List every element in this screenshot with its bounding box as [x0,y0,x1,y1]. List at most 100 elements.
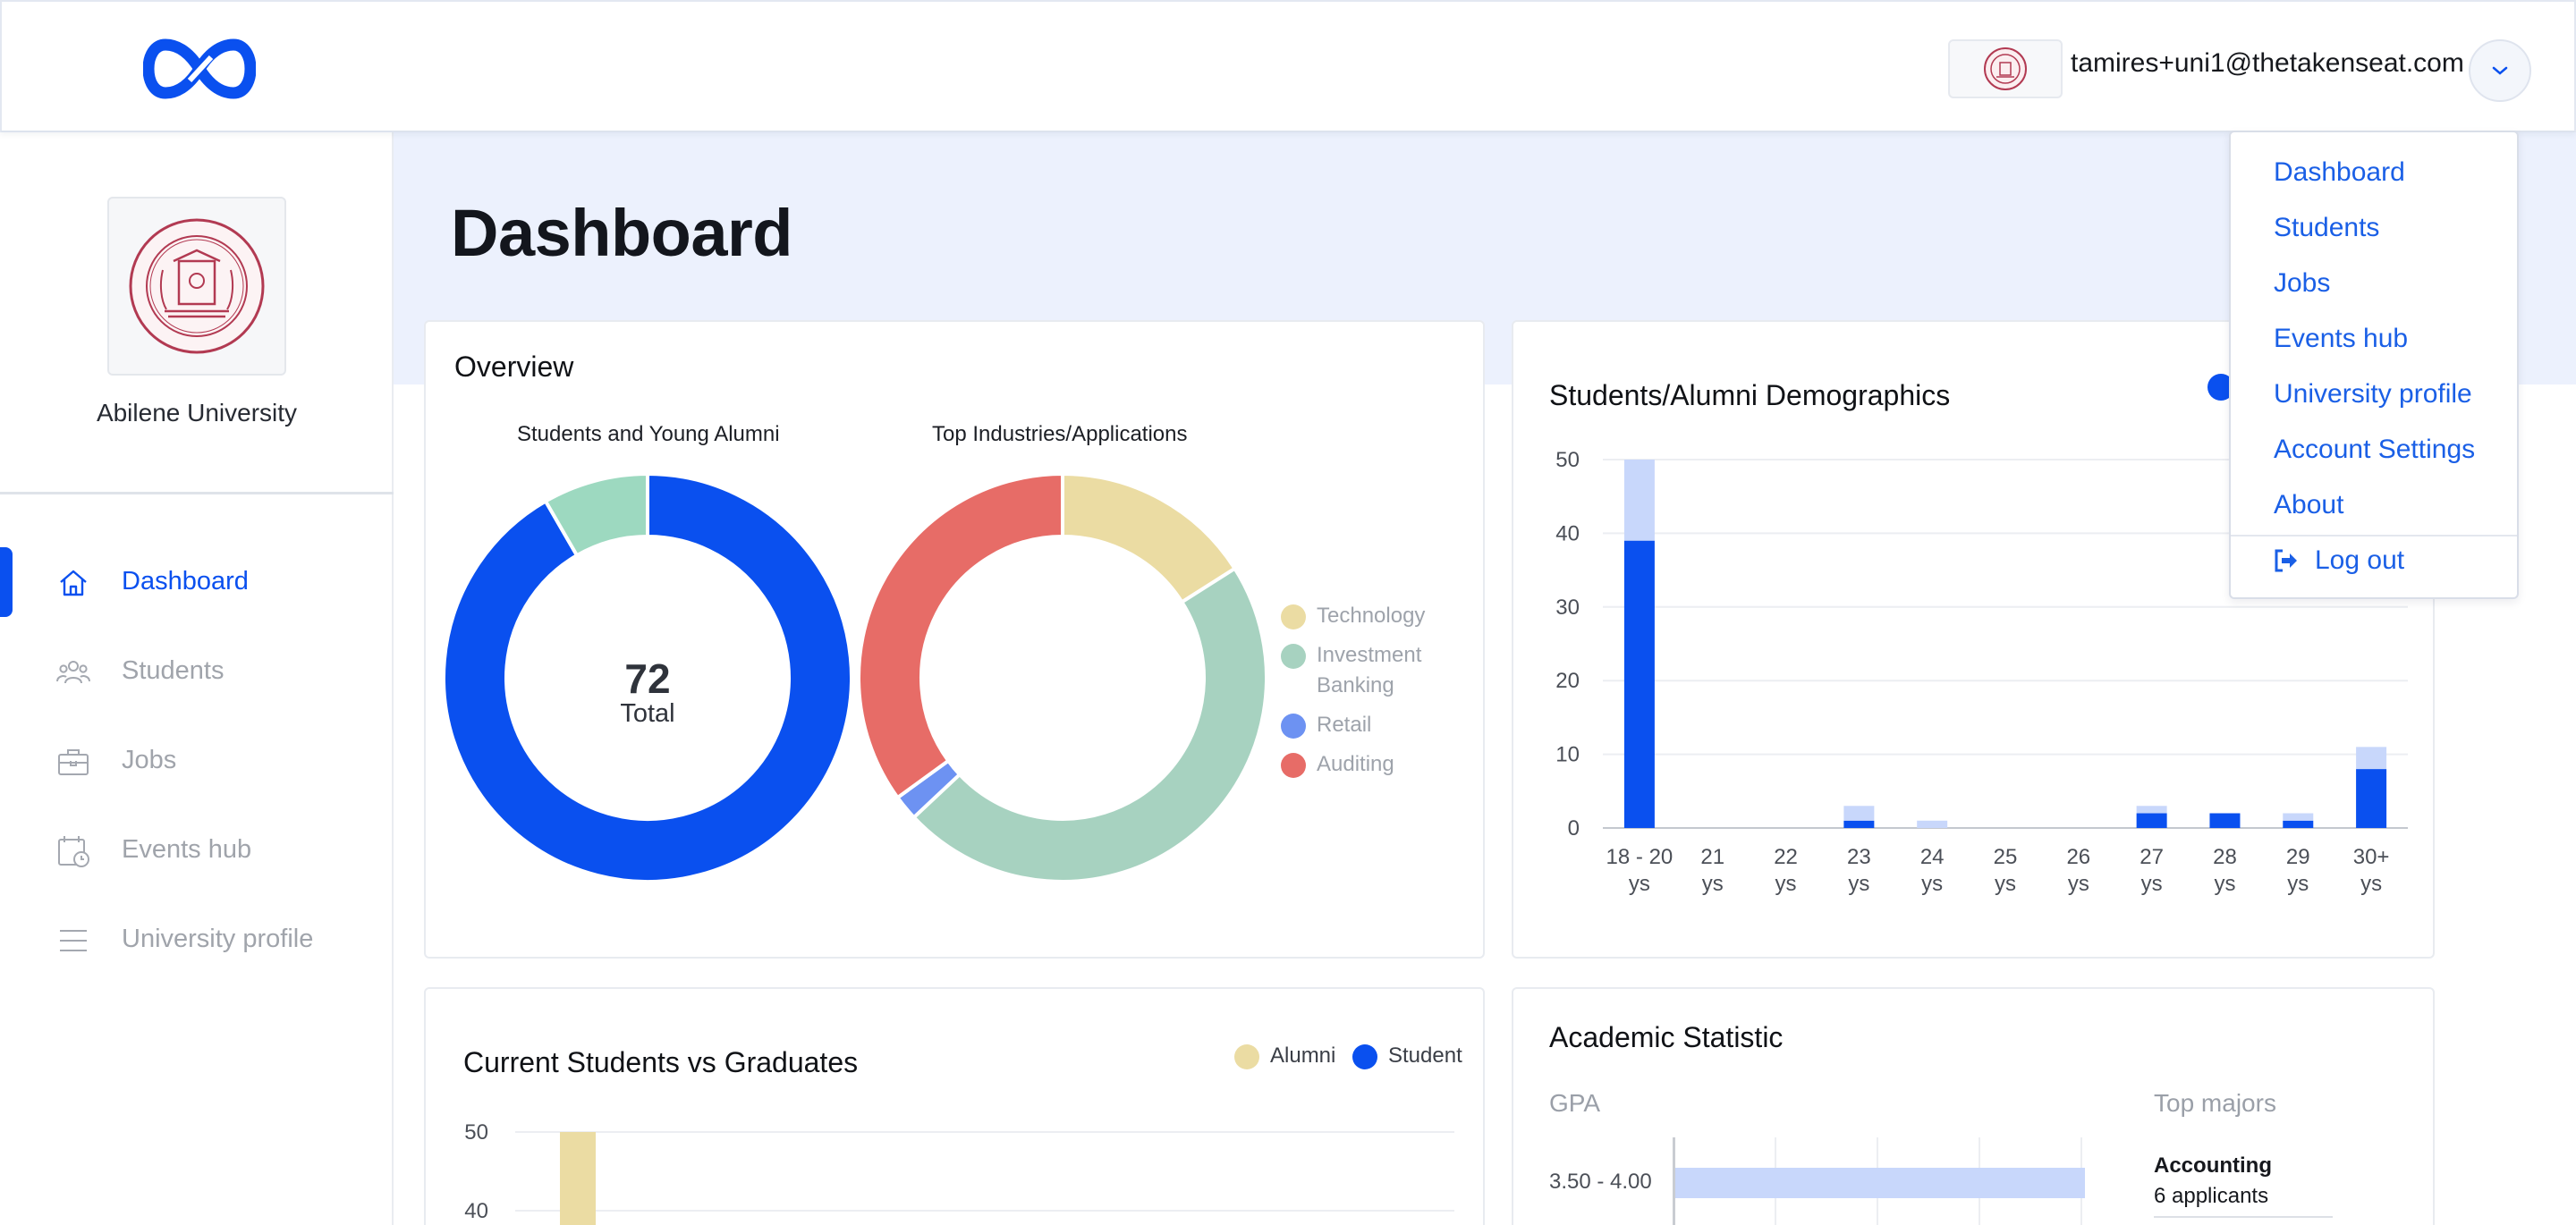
legend-dot [1281,714,1306,739]
legend-dot [1281,644,1306,669]
legend-item-alumni: Alumni [1234,1041,1335,1071]
bar-segment [1917,820,1948,828]
academic-statistic-card: Academic Statistic GPA Top majors 3.50 -… [1512,987,2435,1225]
overview-card: Overview Students and Young Alumni Top I… [424,320,1485,959]
legend-label: Auditing [1317,752,1394,776]
page-title: Dashboard [451,196,793,270]
current-vs-graduates-card: Current Students vs Graduates Alumni Stu… [424,987,1485,1225]
bar-segment [1623,460,1655,541]
infinity-logo-icon[interactable] [143,38,256,100]
legend-item-retail: Retail [1281,710,1371,740]
gpa-bar [1675,1168,2085,1198]
legend-dot [1234,1044,1259,1069]
total-value: 72 [624,655,671,702]
menu-item-dashboard[interactable]: Dashboard [2274,157,2405,188]
academic-title: Academic Statistic [1549,1021,1784,1053]
y-tick-label: 40 [1555,521,1580,545]
major-detail: 6 applicants [2154,1184,2269,1208]
menu-item-account-settings[interactable]: Account Settings [2274,435,2475,465]
legend-dot [1352,1044,1377,1069]
sidebar-item-label: Jobs [122,746,177,774]
x-tick-label: 18 - 20 ys [1606,845,1674,896]
y-tick-label: 0 [1568,816,1580,841]
menu-item-university-profile[interactable]: University profile [2274,379,2472,410]
legend-item-technology: Technology [1281,601,1425,631]
total-label: Total [620,699,675,728]
users-icon [56,661,90,684]
sidebar-divider [0,492,394,494]
sidebar-item-jobs[interactable]: Jobs [0,724,394,796]
calendar-clock-icon [58,836,89,867]
major-divider [2154,1216,2333,1218]
bar-segment [2356,769,2387,828]
sidebar-item-label: Students [122,656,225,685]
logout-button[interactable]: Log out [2274,545,2404,576]
y-tick-label: 50 [1555,448,1580,472]
legend-label: Retail [1317,713,1372,737]
legend-item-investment-banking: Investment Banking [1281,640,1460,701]
y-tick-label: 10 [1555,743,1580,767]
menu-divider [2231,535,2517,536]
gpa-row-label: 3.50 - 4.00 [1549,1170,1652,1194]
industries-donut [857,472,1268,883]
legend-dot [1281,753,1306,778]
sidebar: Abilene University Dashboard Students Jo… [0,132,394,1225]
overview-title: Overview [454,351,574,383]
legend-item-auditing: Auditing [1281,749,1394,780]
x-tick-label: 27 ys [2140,845,2164,896]
bar-segment [2136,806,2167,814]
top-navbar: tamires+uni1@thetakenseat.com [0,0,2576,132]
list-icon [60,930,87,951]
home-icon [60,570,87,596]
x-tick-label: 24 ys [1920,845,1945,896]
x-tick-label: 23 ys [1847,845,1871,896]
app-root: { "header": { "logo_name": "infinity-log… [0,0,2576,1225]
account-menu-toggle[interactable] [2469,39,2531,102]
bar-alumni [560,1132,596,1225]
donut2-title: Top Industries/Applications [932,422,1188,446]
bar-segment [1623,540,1655,828]
x-tick-label: 25 ys [1994,845,2018,896]
sidebar-item-dashboard[interactable]: Dashboard [0,545,394,617]
y-tick-label: 30 [1555,596,1580,620]
x-tick-label: 21 ys [1700,845,1724,896]
menu-item-jobs[interactable]: Jobs [2274,268,2330,299]
bar-segment [2356,747,2387,770]
legend-label: Investment Banking [1317,643,1422,697]
bar-segment [2283,820,2314,828]
chevron-down-icon [2492,66,2508,75]
pie-slice-auditing [857,472,1064,800]
bar-segment [2209,813,2241,828]
logout-label: Log out [2315,545,2405,575]
bar-segment [2283,813,2314,821]
sidebar-item-label: Events hub [122,835,252,864]
bar-segment [1843,820,1875,828]
bar-segment [2136,813,2167,828]
sidebar-item-label: Dashboard [122,567,249,596]
top-majors-label: Top majors [2154,1089,2276,1117]
logout-icon [2275,549,2297,572]
y-tick-label: 20 [1555,669,1580,693]
donut1-title: Students and Young Alumni [517,422,780,446]
x-tick-label: 22 ys [1774,845,1798,896]
x-tick-label: 28 ys [2213,845,2237,896]
pie-slice-investment-banking [911,566,1268,883]
legend-label: Alumni [1270,1043,1336,1068]
menu-item-about[interactable]: About [2274,490,2343,520]
sidebar-item-events-hub[interactable]: Events hub [0,814,394,885]
gpa-label: GPA [1549,1089,1601,1117]
account-dropdown-menu: Dashboard Students Jobs Events hub Unive… [2229,131,2519,599]
mit-seal-icon [129,218,265,354]
x-tick-label: 26 ys [2066,845,2090,896]
university-name: Abilene University [96,399,298,427]
menu-item-events-hub[interactable]: Events hub [2274,324,2408,354]
sidebar-item-students[interactable]: Students [0,635,394,706]
menu-item-students[interactable]: Students [2274,213,2379,243]
university-avatar[interactable] [1948,39,2063,98]
mit-seal-icon [1984,47,2027,90]
x-tick-label: 29 ys [2286,845,2310,896]
legend-item-student: Student [1352,1041,1462,1071]
briefcase-icon [58,749,89,775]
x-tick-label: 30+ ys [2353,845,2390,896]
sidebar-item-university-profile[interactable]: University profile [0,903,394,975]
